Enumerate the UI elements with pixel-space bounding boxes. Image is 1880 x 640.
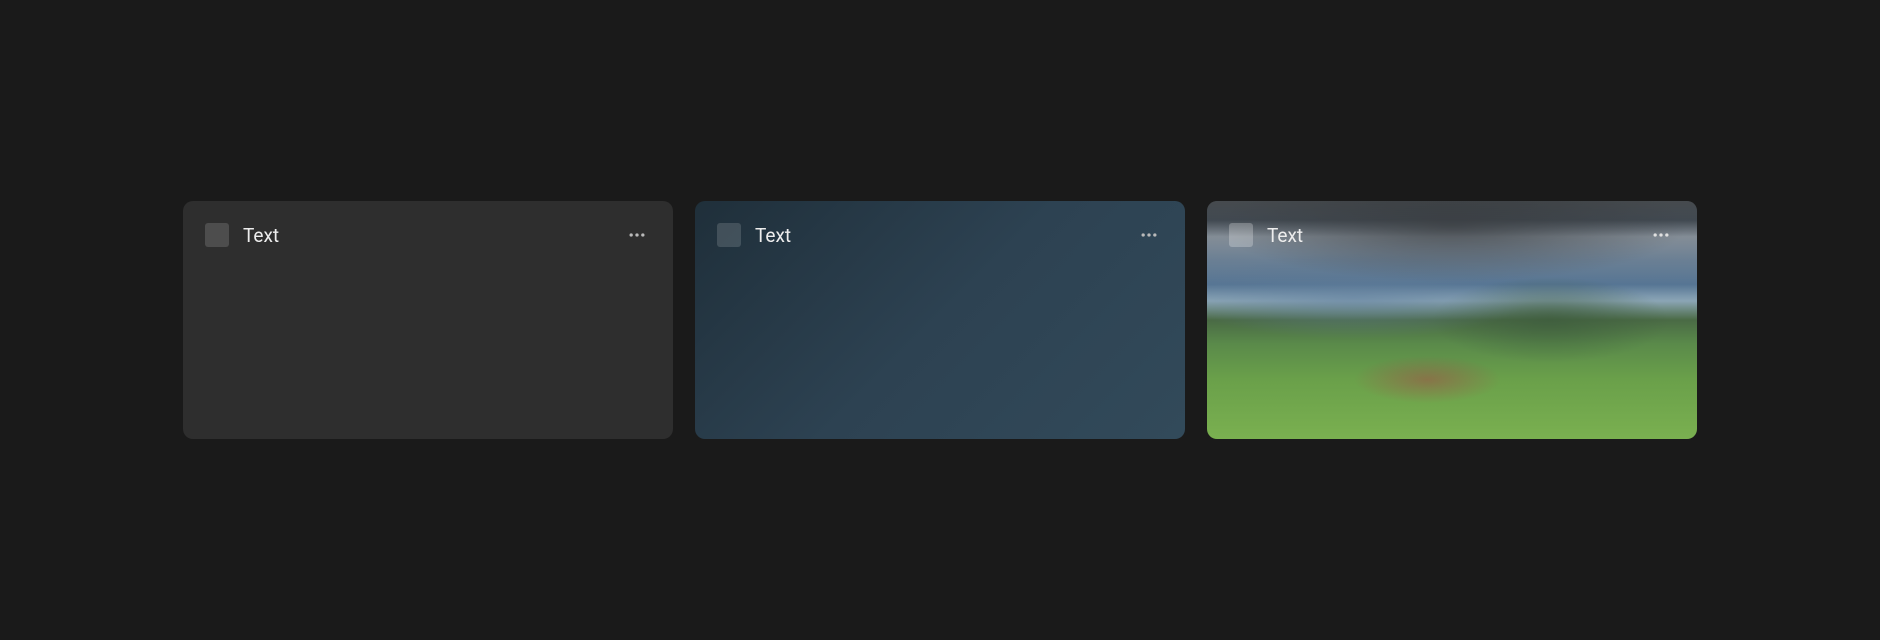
card-header-left: Text: [205, 223, 279, 247]
card-item[interactable]: Text: [183, 201, 673, 439]
more-horizontal-icon: [1651, 225, 1671, 245]
thumbnail-icon: [1229, 223, 1253, 247]
more-options-button[interactable]: [623, 221, 651, 249]
card-header: Text: [183, 201, 673, 269]
card-header-left: Text: [717, 223, 791, 247]
card-container: Text Text: [183, 201, 1697, 439]
thumbnail-icon: [717, 223, 741, 247]
more-options-button[interactable]: [1647, 221, 1675, 249]
card-item[interactable]: Text: [695, 201, 1185, 439]
card-item[interactable]: Text: [1207, 201, 1697, 439]
card-header: Text: [695, 201, 1185, 269]
card-title: Text: [243, 224, 279, 247]
more-options-button[interactable]: [1135, 221, 1163, 249]
thumbnail-icon: [205, 223, 229, 247]
card-header: Text: [1207, 201, 1697, 269]
card-title: Text: [755, 224, 791, 247]
card-header-left: Text: [1229, 223, 1303, 247]
more-horizontal-icon: [627, 225, 647, 245]
card-title: Text: [1267, 224, 1303, 247]
more-horizontal-icon: [1139, 225, 1159, 245]
